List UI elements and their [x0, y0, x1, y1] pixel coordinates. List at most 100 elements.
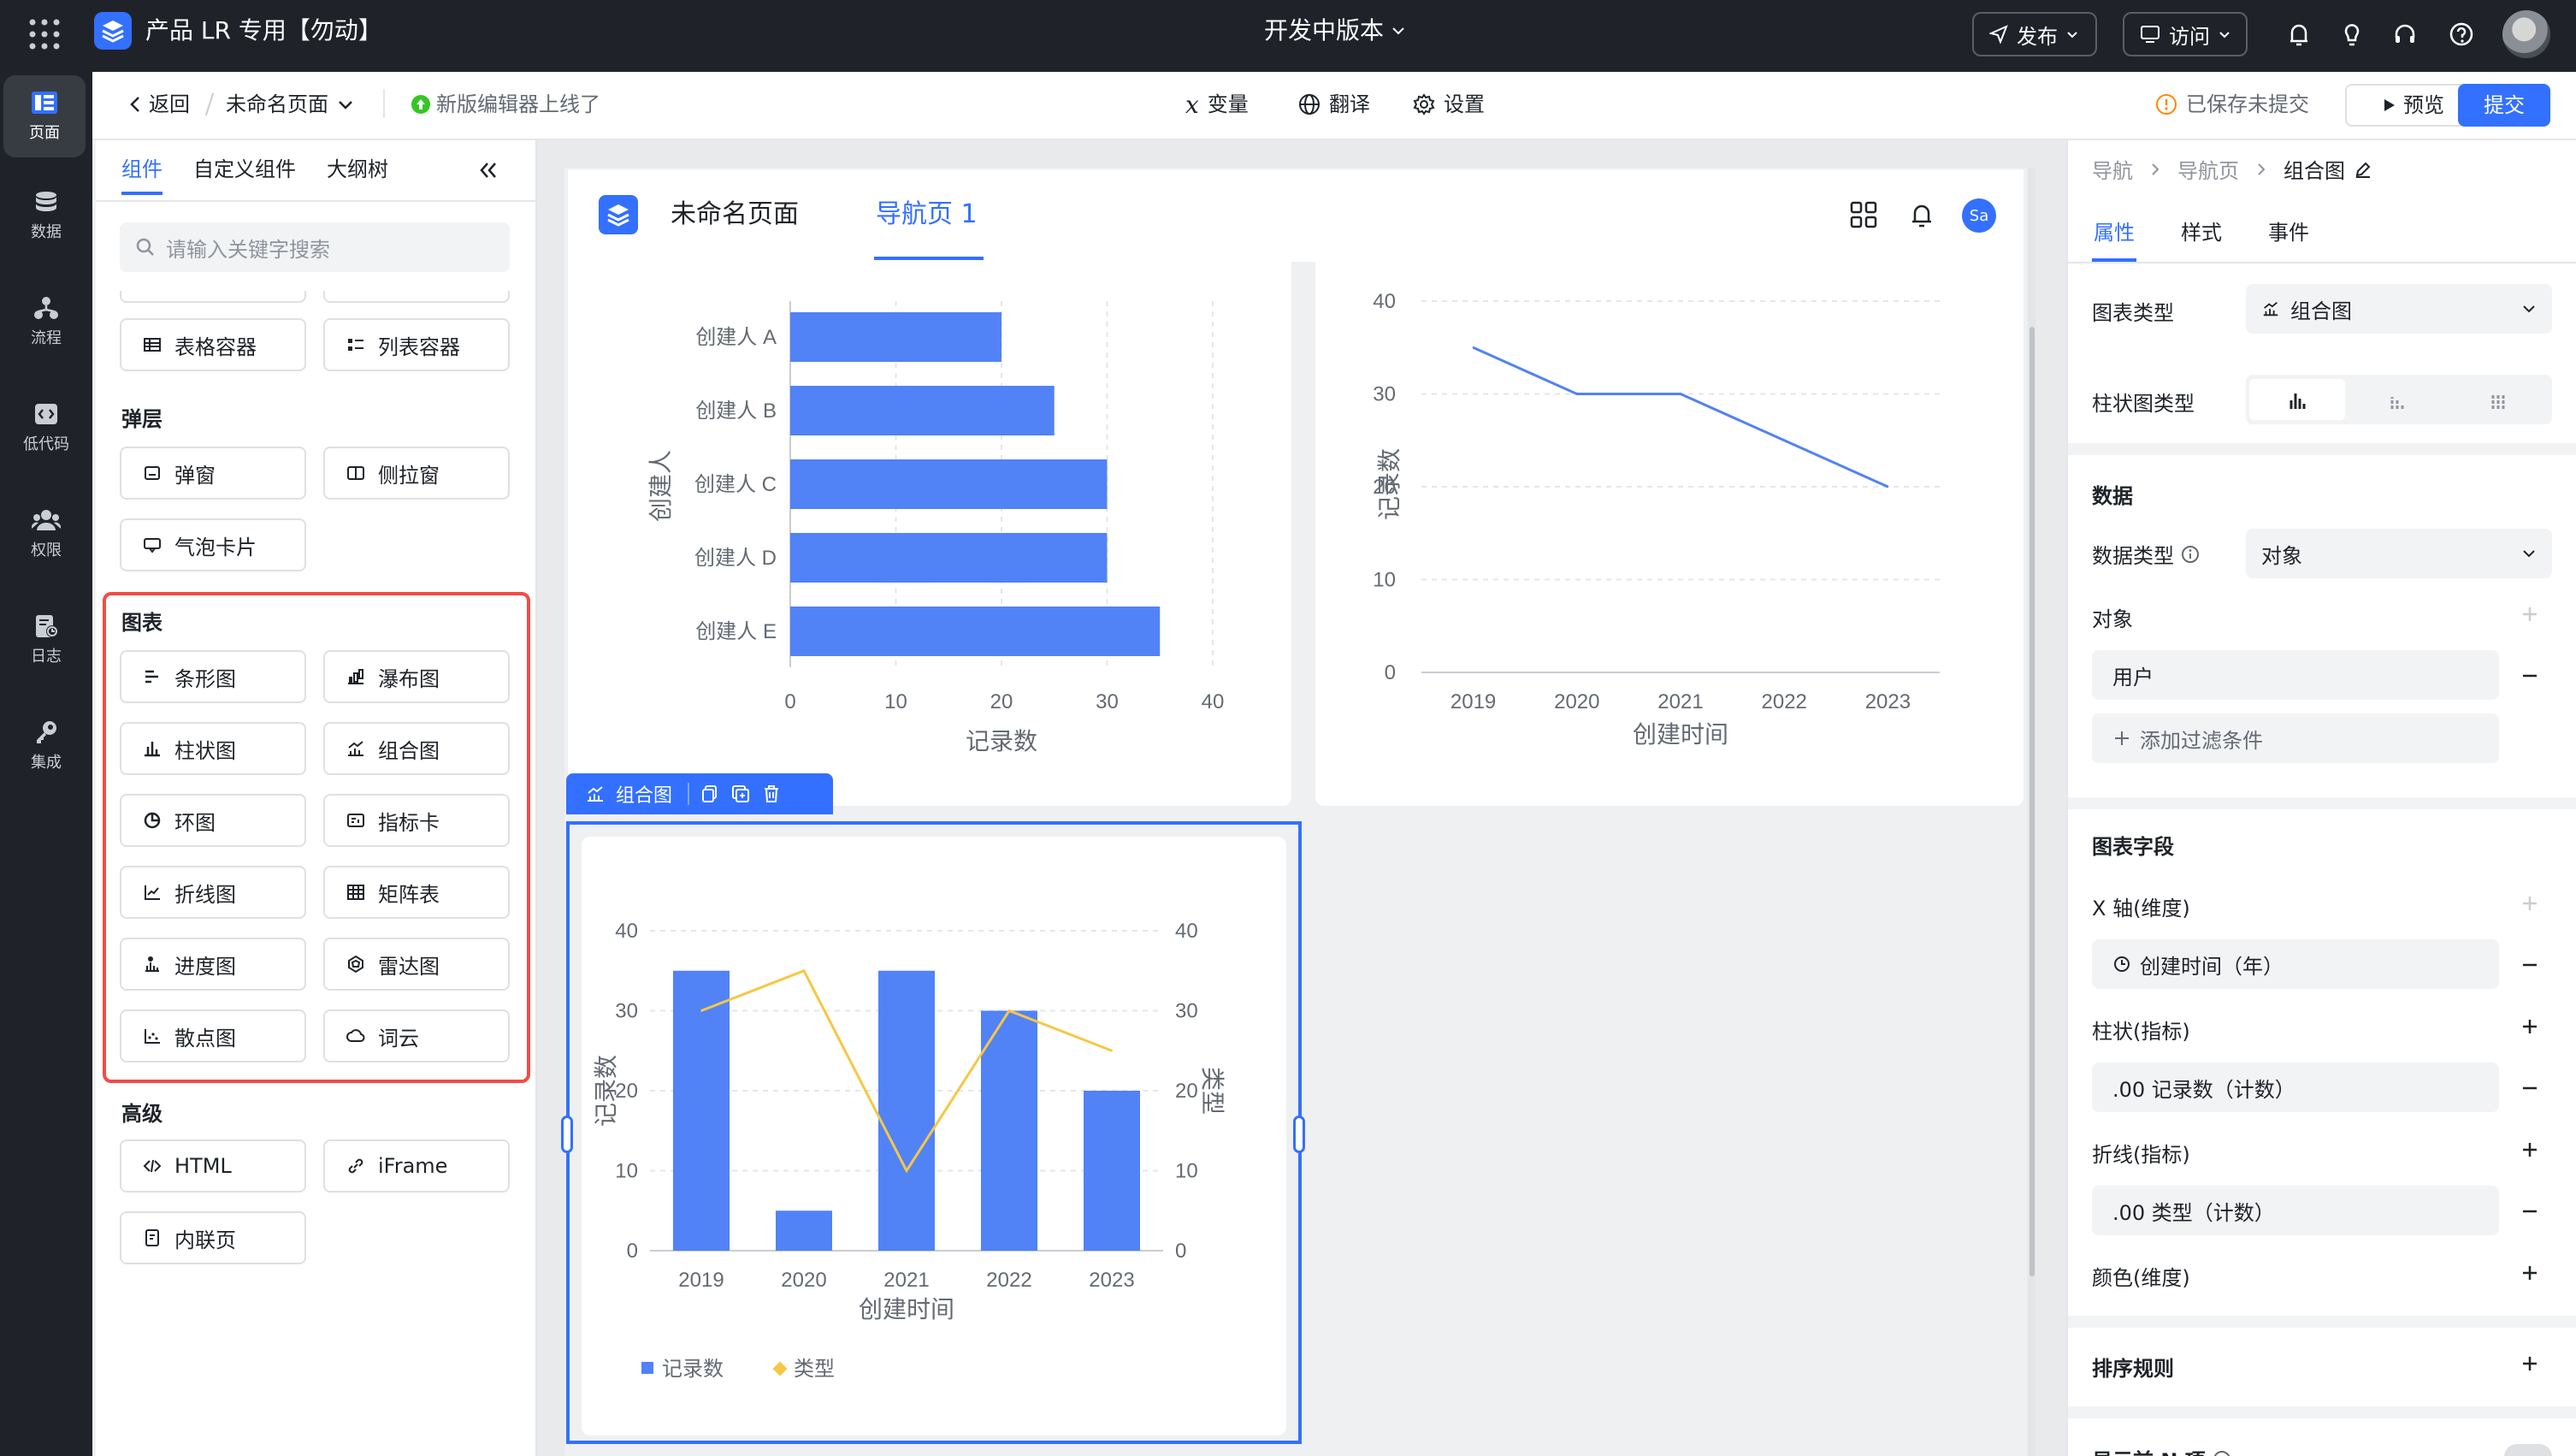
component-inline-page[interactable]: 内联页 — [120, 1211, 306, 1264]
add-color-dimension-icon[interactable] — [2518, 1261, 2542, 1285]
bar-type-stacked[interactable] — [2349, 379, 2446, 420]
component-metric-card[interactable]: 指标卡 — [323, 794, 510, 847]
component-scatter-chart[interactable]: 散点图 — [120, 1009, 306, 1062]
variables-button[interactable]: 𝑥 变量 — [1185, 87, 1249, 121]
x-axis-field[interactable]: 创建时间（年） — [2092, 939, 2499, 989]
metric-card-icon — [347, 814, 364, 827]
collapse-panel-icon[interactable] — [477, 159, 499, 181]
remove-bar-metric-icon[interactable] — [2518, 1076, 2542, 1100]
headset-icon[interactable] — [2388, 17, 2422, 51]
table-icon — [144, 338, 161, 352]
remove-x-axis-icon[interactable] — [2518, 953, 2542, 977]
rail-item-lowcode[interactable]: 低代码 — [0, 385, 92, 471]
add-line-metric-icon[interactable] — [2518, 1138, 2542, 1162]
component-column-chart[interactable]: 柱状图 — [120, 722, 306, 775]
bar-chart-card[interactable]: 0 10 20 30 40 创建人 A 创建人 B 创建人 C 创建人 D 创建人 E 记录数 创建人 — [568, 262, 1291, 806]
breadcrumb-item[interactable]: 导航页 — [2177, 154, 2239, 184]
nav-tab-1[interactable]: 导航页 1 — [876, 195, 978, 234]
canvas-scrollbar[interactable] — [2029, 168, 2035, 1456]
component-item-partial[interactable] — [120, 291, 306, 303]
component-iframe[interactable]: iFrame — [323, 1139, 510, 1193]
help-icon[interactable] — [2444, 17, 2479, 51]
data-type-select[interactable]: 对象 — [2246, 529, 2552, 578]
line-metric-field[interactable]: .00 类型（计数） — [2092, 1186, 2499, 1235]
translate-button[interactable]: 翻译 — [1298, 87, 1370, 121]
edit-pencil-icon[interactable] — [2354, 160, 2372, 179]
component-drawer[interactable]: 侧拉窗 — [323, 447, 510, 500]
line-chart-card[interactable]: 0 10 20 30 40 2019 2020 2021 2022 2023 创建时间 记录数 — [1315, 262, 2024, 806]
breadcrumb-item[interactable]: 导航 — [2092, 154, 2133, 184]
component-dialog[interactable]: 弹窗 — [120, 447, 306, 500]
tab-properties[interactable]: 属性 — [2094, 216, 2135, 246]
lightbulb-icon[interactable] — [2335, 17, 2369, 51]
resize-handle-left[interactable] — [561, 1116, 573, 1153]
bell-icon[interactable] — [2282, 17, 2316, 51]
component-html[interactable]: HTML — [120, 1139, 306, 1193]
user-avatar[interactable] — [2502, 10, 2550, 58]
component-radar-chart[interactable]: 雷达图 — [323, 938, 510, 991]
bar — [776, 1210, 832, 1251]
component-table-container[interactable]: 表格容器 — [120, 318, 306, 371]
bar-type-grouped[interactable] — [2249, 379, 2345, 420]
bar-metric-field[interactable]: .00 记录数（计数） — [2092, 1062, 2499, 1112]
rail-item-log[interactable]: 日志 — [0, 597, 92, 683]
chart-type-select[interactable]: 组合图 — [2246, 284, 2552, 334]
top-n-toggle[interactable] — [2504, 1444, 2552, 1456]
copy-icon[interactable] — [700, 784, 720, 804]
component-waterfall-chart[interactable]: 瀑布图 — [323, 650, 510, 703]
remove-object-icon[interactable] — [2518, 664, 2542, 688]
component-bar-chart[interactable]: 条形图 — [120, 650, 306, 703]
component-matrix-table[interactable]: 矩阵表 — [323, 866, 510, 919]
object-field[interactable]: 用户 — [2092, 650, 2499, 700]
page-name-selector[interactable]: 未命名页面 — [226, 87, 354, 121]
y-tick-label: 10 — [1373, 569, 1396, 592]
component-panel: 组件 自定义组件 大纲树 请输入关键字搜索 表格容器 列表容器 弹层 弹窗 侧拉… — [96, 140, 537, 1456]
bar-type-percent[interactable] — [2449, 379, 2547, 420]
back-button[interactable]: 返回 — [128, 87, 190, 121]
apps-grid-icon[interactable] — [1849, 200, 1878, 229]
component-popover[interactable]: 气泡卡片 — [120, 518, 306, 571]
component-item-partial[interactable] — [323, 291, 510, 303]
component-search[interactable]: 请输入关键字搜索 — [120, 222, 510, 272]
component-line-chart[interactable]: 折线图 — [120, 866, 306, 919]
new-editor-notice[interactable]: 新版编辑器上线了 — [411, 87, 600, 121]
info-icon[interactable] — [2181, 545, 2200, 564]
visit-button[interactable]: 访问 — [2123, 12, 2248, 56]
scrollbar-thumb[interactable] — [2029, 327, 2035, 1276]
line-point — [1680, 393, 1681, 395]
combo-chart-selection[interactable]: 0 0 10 10 20 20 30 30 40 40 2019 2020 2021 2022 2023 创建… — [561, 821, 1305, 1444]
add-bar-metric-icon[interactable] — [2518, 1015, 2542, 1039]
component-list-container[interactable]: 列表容器 — [323, 318, 510, 371]
rail-item-flow[interactable]: 流程 — [0, 279, 92, 364]
tab-components[interactable]: 组件 — [121, 152, 162, 186]
tab-outline[interactable]: 大纲树 — [327, 152, 388, 186]
component-combo-chart[interactable]: 组合图 — [323, 722, 510, 775]
delete-icon[interactable] — [761, 784, 782, 804]
rail-item-permission[interactable]: 权限 — [0, 491, 92, 577]
rail-item-integration[interactable]: 集成 — [0, 703, 92, 789]
publish-button[interactable]: 发布 — [1972, 12, 2097, 56]
add-sort-icon[interactable] — [2518, 1352, 2542, 1376]
submit-button[interactable]: 提交 — [2458, 84, 2550, 127]
component-donut-chart[interactable]: 环图 — [120, 794, 306, 847]
component-word-cloud[interactable]: 词云 — [323, 1009, 510, 1062]
resize-handle-right[interactable] — [1293, 1116, 1305, 1153]
tab-events[interactable]: 事件 — [2268, 216, 2309, 246]
duplicate-icon[interactable] — [730, 784, 751, 804]
rail-item-data[interactable]: 数据 — [0, 173, 92, 258]
rail-item-page[interactable]: 页面 — [3, 75, 86, 157]
remove-line-metric-icon[interactable] — [2518, 1199, 2542, 1223]
combo-chart-card[interactable]: 0 0 10 10 20 20 30 30 40 40 2019 2020 2021 2022 2023 创建… — [582, 837, 1286, 1435]
tab-custom-components[interactable]: 自定义组件 — [193, 152, 296, 186]
settings-button[interactable]: 设置 — [1413, 87, 1485, 121]
notification-bell-icon[interactable] — [1907, 200, 1936, 229]
add-filter-button[interactable]: 添加过滤条件 — [2092, 713, 2499, 763]
page-user-avatar[interactable]: Sa — [1962, 198, 1996, 233]
info-icon[interactable] — [2213, 1450, 2231, 1456]
app-grid-icon[interactable] — [27, 17, 62, 51]
version-selector[interactable]: 开发中版本 — [1264, 14, 1406, 48]
tab-style[interactable]: 样式 — [2181, 216, 2222, 246]
line-point — [1575, 393, 1578, 395]
component-progress-chart[interactable]: 进度图 — [120, 938, 306, 991]
legend-label: 记录数 — [662, 1358, 724, 1381]
